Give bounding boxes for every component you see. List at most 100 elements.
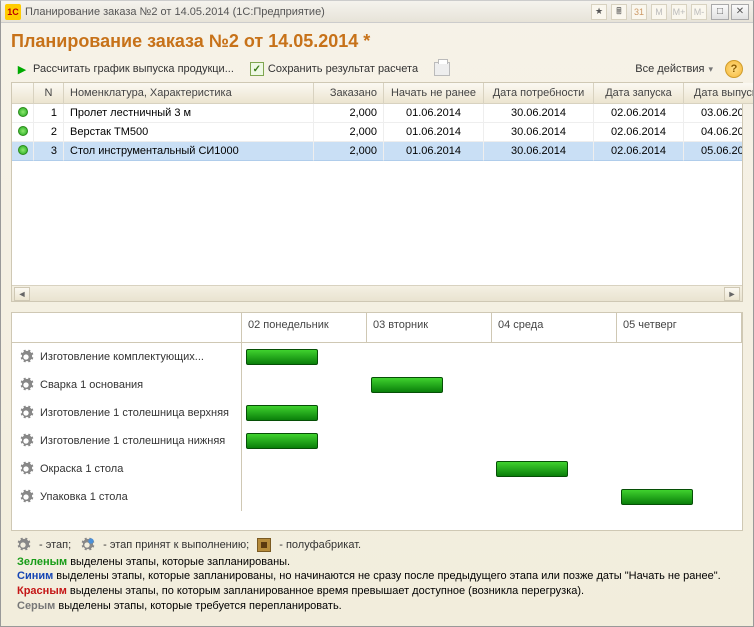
gantt-row: Сварка 1 основания <box>12 371 742 399</box>
cell-qty: 2,000 <box>314 104 384 123</box>
gantt-cell <box>492 399 617 427</box>
gantt-cell <box>617 455 742 483</box>
favorite-icon[interactable]: ★ <box>591 4 607 20</box>
print-button[interactable] <box>430 60 454 78</box>
grid-header: N Номенклатура, Характеристика Заказано … <box>12 83 742 104</box>
gantt-cell <box>242 483 367 511</box>
scroll-right-button[interactable]: ► <box>724 287 740 301</box>
cell-qty: 2,000 <box>314 123 384 142</box>
gantt-cell <box>242 455 367 483</box>
gantt-bar[interactable] <box>246 433 318 449</box>
table-row[interactable]: 2Верстак ТМ5002,00001.06.201430.06.20140… <box>12 123 742 142</box>
status-dot <box>12 142 34 161</box>
gantt-cell <box>492 343 617 371</box>
calc-icon[interactable]: 🖩 <box>611 4 627 20</box>
cell-need: 30.06.2014 <box>484 123 594 142</box>
page-title: Планирование заказа №2 от 14.05.2014 * <box>11 29 743 60</box>
cell-need: 30.06.2014 <box>484 104 594 123</box>
cell-launch: 02.06.2014 <box>594 142 684 161</box>
calendar-icon[interactable]: 31 <box>631 4 647 20</box>
grid-h-scrollbar[interactable]: ◄ ► <box>12 285 742 301</box>
gantt-cell <box>492 371 617 399</box>
gear-icon <box>18 377 34 393</box>
cell-n: 1 <box>34 104 64 123</box>
cell-name: Пролет лестничный 3 м <box>64 104 314 123</box>
gantt-row: Окраска 1 стола <box>12 455 742 483</box>
status-dot <box>12 123 34 142</box>
table-row[interactable]: 3Стол инструментальный СИ10002,00001.06.… <box>12 142 742 161</box>
gantt-chart: 02 понедельник03 вторник04 среда05 четве… <box>11 312 743 531</box>
save-result-button[interactable]: ✓ Сохранить результат расчета <box>246 60 422 78</box>
content-area: Планирование заказа №2 от 14.05.2014 * ▶… <box>1 23 753 626</box>
gantt-cell <box>367 483 492 511</box>
m-minus-icon[interactable]: M <box>651 4 667 20</box>
col-start[interactable]: Начать не ранее <box>384 83 484 104</box>
close-button[interactable]: ✕ <box>731 4 749 20</box>
gantt-bar[interactable] <box>246 349 318 365</box>
gear-icon <box>18 405 34 421</box>
col-n[interactable]: N <box>34 83 64 104</box>
gear-icon <box>18 349 34 365</box>
cell-out: 05.06.2014 <box>684 142 742 161</box>
note-red: Красным выделены этапы, по которым запла… <box>17 584 737 599</box>
gantt-cell <box>617 483 742 511</box>
cell-need: 30.06.2014 <box>484 142 594 161</box>
scroll-left-button[interactable]: ◄ <box>14 287 30 301</box>
gantt-task-label: Сварка 1 основания <box>12 371 242 399</box>
gantt-cell <box>242 371 367 399</box>
m-plus-icon[interactable]: M+ <box>671 4 687 20</box>
gantt-cell <box>242 399 367 427</box>
gantt-bar[interactable] <box>621 489 693 505</box>
help-button[interactable]: ? <box>725 60 743 78</box>
all-actions-button[interactable]: Все действия <box>631 61 717 77</box>
order-grid: N Номенклатура, Характеристика Заказано … <box>11 82 743 302</box>
m-plus2-icon[interactable]: M- <box>691 4 707 20</box>
gantt-task-label: Окраска 1 стола <box>12 455 242 483</box>
gantt-day-header: 05 четверг <box>617 313 742 343</box>
col-launch[interactable]: Дата запуска <box>594 83 684 104</box>
play-icon: ▶ <box>15 62 29 76</box>
gantt-task-label: Изготовление 1 столешница верхняя <box>12 399 242 427</box>
gantt-bar[interactable] <box>371 377 443 393</box>
gantt-day-header: 02 понедельник <box>242 313 367 343</box>
toolbar: ▶ Рассчитать график выпуска продукци... … <box>11 60 743 82</box>
gantt-row: Упаковка 1 стола <box>12 483 742 511</box>
gantt-cell <box>367 455 492 483</box>
gantt-area: 02 понедельник03 вторник04 среда05 четве… <box>12 313 742 511</box>
gantt-cell <box>367 427 492 455</box>
gantt-cell <box>617 399 742 427</box>
col-need[interactable]: Дата потребности <box>484 83 594 104</box>
legend-semi: - полуфабрикат. <box>279 539 361 551</box>
maximize-button[interactable]: □ <box>711 4 729 20</box>
gantt-bar[interactable] <box>496 461 568 477</box>
gantt-row: Изготовление 1 столешница верхняя <box>12 399 742 427</box>
legend-stage: - этап; <box>39 539 71 551</box>
gear-accepted-icon <box>79 537 95 553</box>
note-green: Зеленым выделены этапы, которые запланир… <box>17 555 737 570</box>
gantt-cell <box>242 427 367 455</box>
square-icon <box>257 538 271 552</box>
titlebar: 1С Планирование заказа №2 от 14.05.2014 … <box>1 1 753 23</box>
table-row[interactable]: 1Пролет лестничный 3 м2,00001.06.201430.… <box>12 104 742 123</box>
cell-start: 01.06.2014 <box>384 142 484 161</box>
gantt-task-label: Упаковка 1 стола <box>12 483 242 511</box>
cell-out: 03.06.2014 <box>684 104 742 123</box>
grid-body: 1Пролет лестничный 3 м2,00001.06.201430.… <box>12 104 742 285</box>
gantt-day-header: 03 вторник <box>367 313 492 343</box>
col-qty[interactable]: Заказано <box>314 83 384 104</box>
gantt-day-header: 04 среда <box>492 313 617 343</box>
save-result-label: Сохранить результат расчета <box>268 63 418 75</box>
gear-icon <box>18 433 34 449</box>
check-icon: ✓ <box>250 62 264 76</box>
gantt-bar[interactable] <box>246 405 318 421</box>
col-nomenclature[interactable]: Номенклатура, Характеристика <box>64 83 314 104</box>
gantt-header: 02 понедельник03 вторник04 среда05 четве… <box>12 313 742 343</box>
cell-name: Верстак ТМ500 <box>64 123 314 142</box>
gantt-task-label: Изготовление комплектующих... <box>12 343 242 371</box>
note-blue: Синим выделены этапы, которые запланиров… <box>17 569 737 584</box>
cell-launch: 02.06.2014 <box>594 123 684 142</box>
window-title: Планирование заказа №2 от 14.05.2014 (1С… <box>25 6 325 18</box>
calculate-schedule-button[interactable]: ▶ Рассчитать график выпуска продукци... <box>11 60 238 78</box>
col-out[interactable]: Дата выпуска <box>684 83 753 104</box>
col-status[interactable] <box>12 83 34 104</box>
